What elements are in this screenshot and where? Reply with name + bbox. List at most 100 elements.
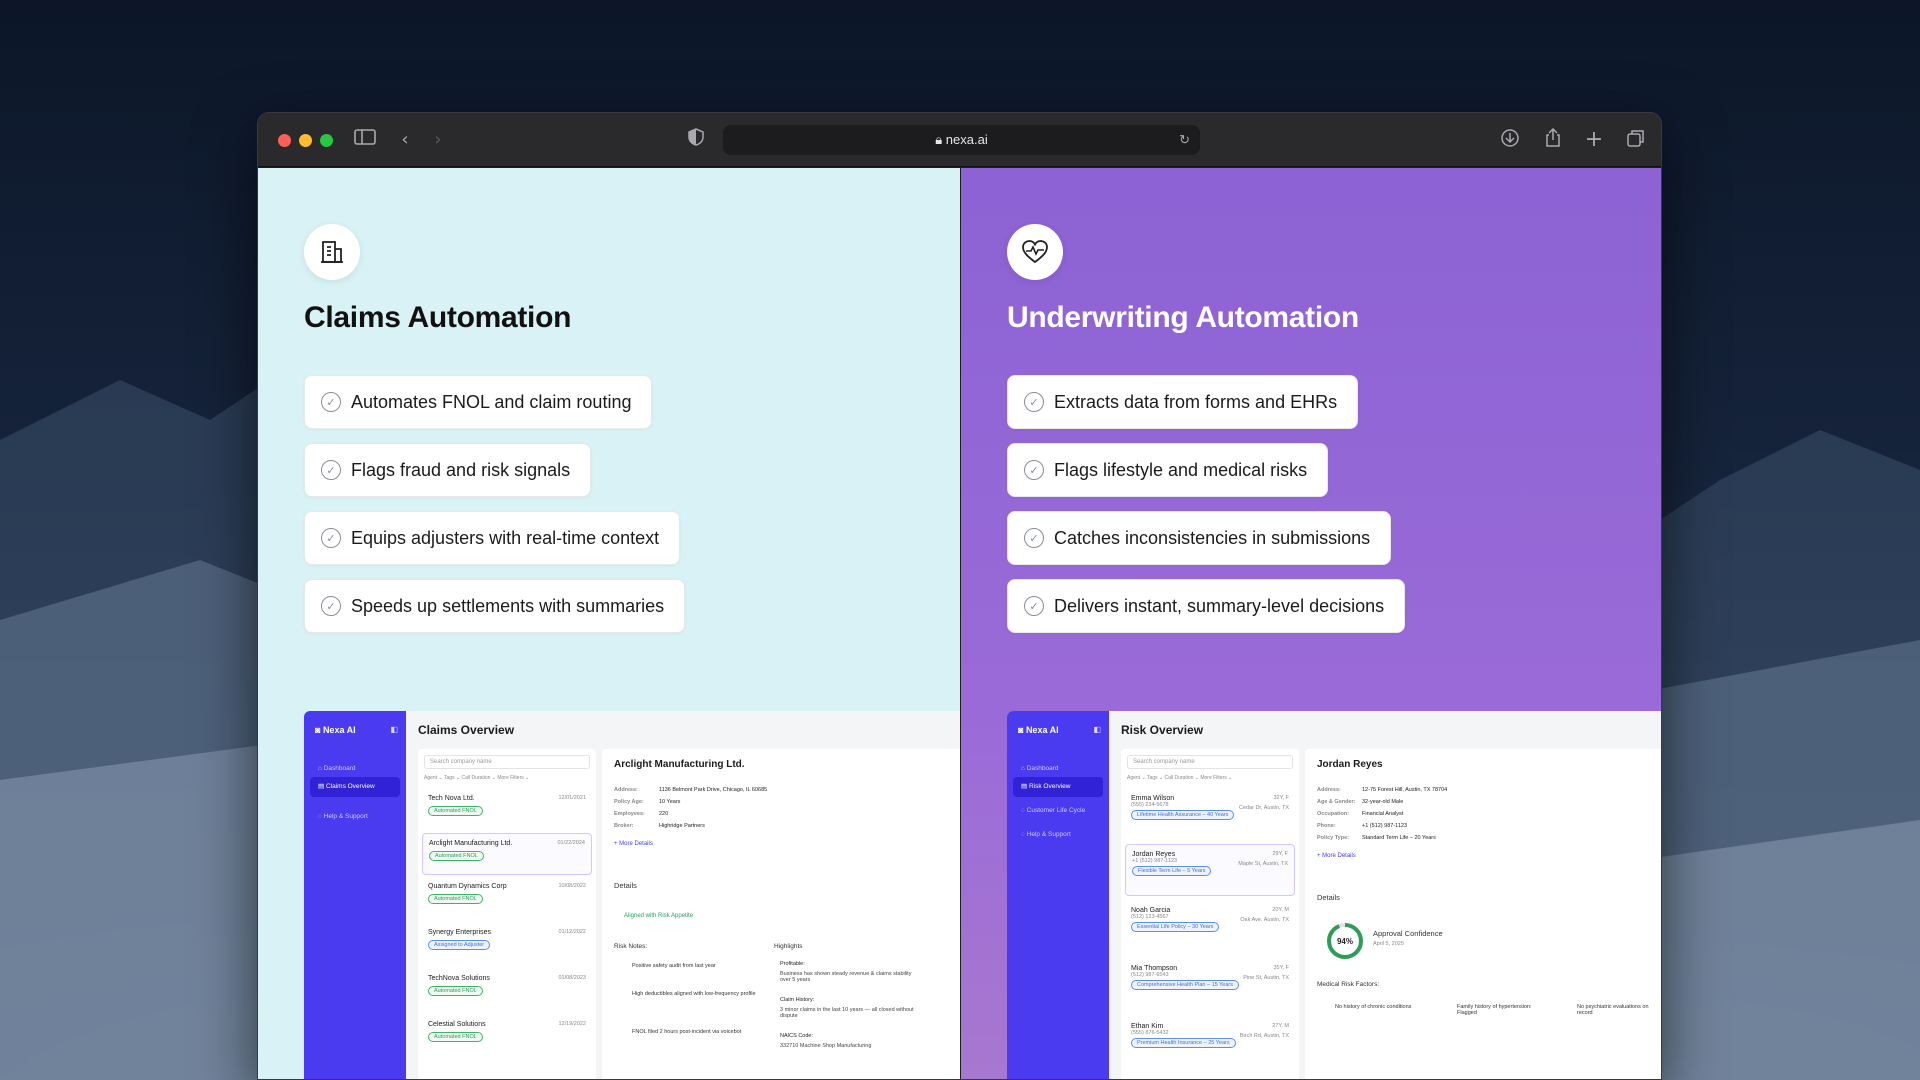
detail-field: Policy Age: 10 Years [614, 799, 681, 805]
collapse-icon[interactable]: ◧ [1093, 725, 1101, 734]
check-circle-icon: ✓ [1024, 528, 1044, 548]
details-section[interactable]: Details [1317, 893, 1340, 902]
claims-feature-2: ✓ Flags fraud and risk signals [304, 443, 592, 497]
close-window-button[interactable] [278, 134, 291, 147]
detail-field: Employees: 220 [614, 811, 669, 817]
claims-list: Search company name Agent ⌄ Tags ⌄ Call … [418, 749, 596, 1079]
sidebar-toggle-icon[interactable] [353, 128, 377, 152]
check-circle-icon: ✓ [321, 392, 341, 412]
browser-window: ‹ › 🔒︎ nexa.ai ↻ + Claims Automation ✓ Au… [257, 112, 1662, 1080]
zoom-window-button[interactable] [320, 134, 333, 147]
new-tab-icon[interactable]: + [1582, 128, 1606, 152]
check-circle-icon: ✓ [1024, 392, 1044, 412]
risk-note: Positive safety audit from last year [632, 963, 716, 969]
detail-field: Occupation: Financial Analyst [1317, 811, 1404, 817]
underwriting-feature-4: ✓ Delivers instant, summary-level decisio… [1007, 579, 1406, 633]
collapse-icon[interactable]: ◧ [390, 725, 398, 734]
list-item[interactable]: Arclight Manufacturing Ltd. 01/22/2024 Aut… [422, 833, 592, 875]
downloads-icon[interactable] [1498, 128, 1522, 152]
claims-feature-3: ✓ Equips adjusters with real-time context [304, 511, 681, 565]
app-main: Claims Overview Search company name Agen… [406, 711, 960, 1079]
underwriting-feature-1: ✓ Extracts data from forms and EHRs [1007, 375, 1359, 429]
risk-factor: No psychiatric evaluations on record [1577, 1004, 1649, 1016]
nav-dashboard[interactable]: ⌂ Dashboard [1013, 759, 1103, 779]
privacy-shield-icon[interactable] [684, 128, 708, 152]
check-circle-icon: ✓ [321, 596, 341, 616]
highlights-label: Highlights [774, 943, 803, 950]
confidence-date: April 5, 2025 [1373, 941, 1404, 947]
policy-badge: Essential Life Policy – 30 Years [1131, 922, 1220, 932]
filter-bar[interactable]: Agent ⌄ Tags ⌄ Call Duration ⌄ More Filt… [424, 775, 529, 781]
list-item[interactable]: Ethan Kim (555) 876-5432 27Y, M Birch Rd, A… [1125, 1017, 1295, 1067]
underwriting-panel: Underwriting Automation ✓ Extracts data f… [961, 168, 1661, 1079]
url-text: nexa.ai [945, 132, 988, 147]
app-heading: Claims Overview [418, 723, 515, 737]
confidence-label: Approval Confidence [1373, 929, 1443, 938]
address-bar[interactable]: 🔒︎ nexa.ai ↻ [723, 125, 1200, 155]
feature-text: Flags lifestyle and medical risks [1054, 459, 1308, 480]
detail-field: Policy Type: Standard Term Life – 20 Year… [1317, 835, 1436, 841]
list-item[interactable]: Synergy Enterprises 01/12/2022 Assigned to… [422, 923, 592, 965]
list-item[interactable]: Quantum Dynamics Corp 10/08/2022 Automated… [422, 877, 592, 919]
filter-bar[interactable]: Agent ⌄ Tags ⌄ Call Duration ⌄ More Filt… [1127, 775, 1232, 781]
browser-toolbar: ‹ › 🔒︎ nexa.ai ↻ + [258, 113, 1661, 167]
aligned-badge: Aligned with Risk Appetite [624, 913, 694, 919]
details-section[interactable]: Details [614, 881, 637, 890]
app-logo: ◙ Nexa AI [1018, 725, 1059, 735]
list-item[interactable]: Noah Garcia (512) 123-4567 20Y, M Oak Ave, … [1125, 901, 1295, 951]
feature-text: Catches inconsistencies in submissions [1054, 527, 1371, 548]
highlight-text: Business has shown steady revenue & clai… [780, 971, 912, 983]
list-item[interactable]: Jordan Reyes +1 (512) 987-1123 29Y, F Maple… [1125, 844, 1295, 896]
list-item[interactable]: Emma Wilson (555) 234-5678 32Y, F Cedar Dr,… [1125, 789, 1295, 839]
detail-name: Arclight Manufacturing Ltd. [614, 759, 745, 770]
app-heading: Risk Overview [1121, 723, 1204, 737]
approval-confidence-gauge: 94% [1327, 923, 1363, 959]
nav-help[interactable]: ◌ Help & Support [310, 807, 400, 827]
underwriting-app-preview: ◙ Nexa AI ◧ ⌂ Dashboard ▤ Risk Overview … [1007, 711, 1661, 1079]
claims-title: Claims Automation [304, 301, 572, 334]
risk-notes-label: Risk Notes: [614, 943, 648, 950]
reload-icon[interactable]: ↻ [1179, 125, 1190, 155]
nav-risk-overview[interactable]: ▤ Risk Overview [1013, 777, 1103, 797]
underwriting-feature-3: ✓ Catches inconsistencies in submissions [1007, 511, 1392, 565]
risk-note: High deductibles aligned with low-freque… [632, 991, 756, 997]
nav-claims-overview[interactable]: ▤ Claims Overview [310, 777, 400, 797]
status-badge: Automated FNOL [428, 806, 483, 816]
nav-customer-life-cycle[interactable]: ◌ Customer Life Cycle [1013, 801, 1103, 821]
applicant-list: Search company name Agent ⌄ Tags ⌄ Call … [1121, 749, 1299, 1079]
more-details-link[interactable]: + More Details [614, 841, 653, 847]
search-input[interactable]: Search company name [424, 755, 590, 769]
list-item[interactable]: Mia Thompson (512) 987-6543 35Y, F Pine St,… [1125, 959, 1295, 1009]
app-sidebar: ◙ Nexa AI ◧ ⌂ Dashboard ▤ Claims Overvie… [304, 711, 406, 1079]
app-logo: ◙ Nexa AI [315, 725, 356, 735]
search-input[interactable]: Search company name [1127, 755, 1293, 769]
highlight-label: Claim History: [780, 997, 815, 1003]
highlight-text: 3 minor claims in the last 10 years — al… [780, 1007, 914, 1019]
risk-note: FNOL filed 2 hours post-incident via voi… [632, 1029, 742, 1035]
nav-help[interactable]: ◌ Help & Support [1013, 825, 1103, 845]
risk-factor: No history of chronic conditions [1335, 1004, 1412, 1010]
check-circle-icon: ✓ [1024, 460, 1044, 480]
minimize-window-button[interactable] [299, 134, 312, 147]
policy-badge: Flexible Term Life – 5 Years [1132, 866, 1212, 876]
nav-dashboard[interactable]: ⌂ Dashboard [310, 759, 400, 779]
claim-detail: Arclight Manufacturing Ltd. sdgfgfd32322… [602, 749, 960, 1079]
confidence-value: 94% [1337, 937, 1353, 946]
lock-icon: 🔒︎ [935, 132, 946, 147]
detail-field: Age & Gender: 32-year-old Male [1317, 799, 1404, 805]
list-item[interactable]: TechNova Solutions 01/08/2023 Automated FN… [422, 969, 592, 1011]
feature-text: Extracts data from forms and EHRs [1054, 391, 1338, 412]
list-item[interactable]: Celestial Solutions 12/19/2022 Automated F… [422, 1015, 592, 1057]
detail-field: Phone: +1 (512) 987-1123 [1317, 823, 1408, 829]
detail-field: Address: 12-75 Forest Hill, Austin, TX 78… [1317, 787, 1448, 793]
policy-badge: Premium Health Insurance – 25 Years [1131, 1038, 1236, 1048]
more-details-link[interactable]: + More Details [1317, 853, 1356, 859]
status-badge: Assigned to Adjuster [428, 940, 491, 950]
forward-icon[interactable]: › [426, 128, 450, 152]
back-icon[interactable]: ‹ [393, 128, 417, 152]
list-item[interactable]: Tech Nova Ltd. 12/01/2021 Automated FNOL [422, 789, 592, 831]
tab-overview-icon[interactable] [1624, 128, 1648, 152]
feature-text: Delivers instant, summary-level decision… [1054, 595, 1385, 616]
check-circle-icon: ✓ [1024, 596, 1044, 616]
share-icon[interactable] [1541, 127, 1565, 152]
